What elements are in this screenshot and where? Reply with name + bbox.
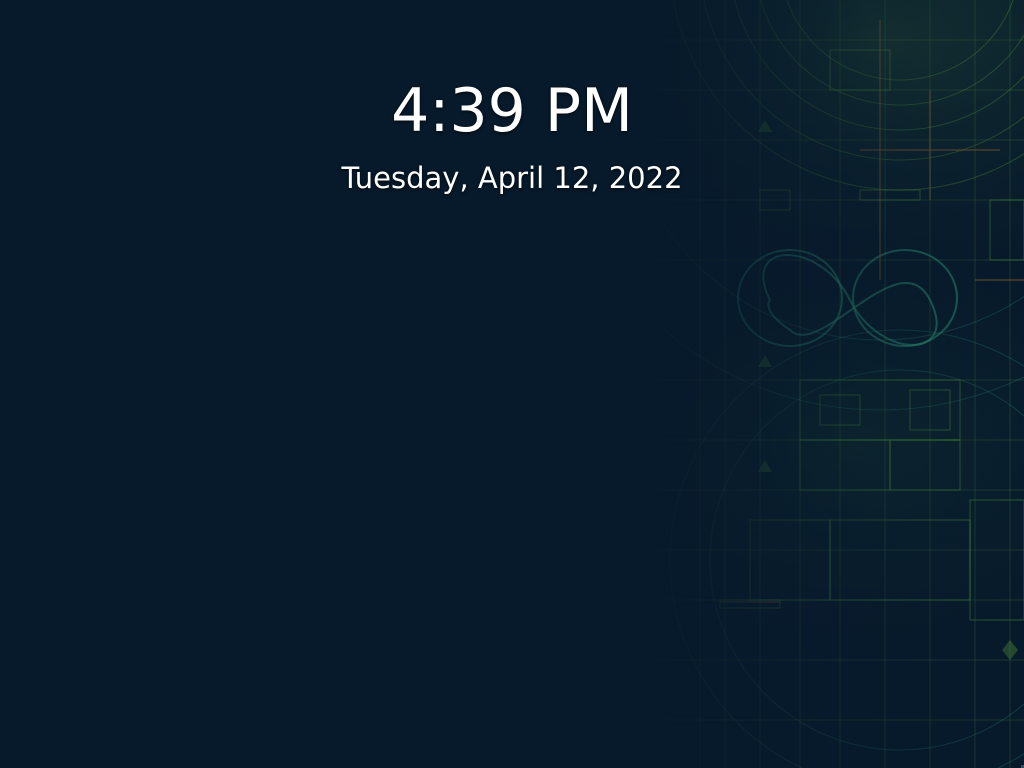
- clock-block: 4:39 PM Tuesday, April 12, 2022: [0, 74, 1024, 196]
- clock-date: Tuesday, April 12, 2022: [341, 161, 683, 195]
- clock-time: 4:39 PM: [391, 76, 633, 146]
- lock-screen[interactable]: 4:39 PM Tuesday, April 12, 2022: [0, 0, 1024, 768]
